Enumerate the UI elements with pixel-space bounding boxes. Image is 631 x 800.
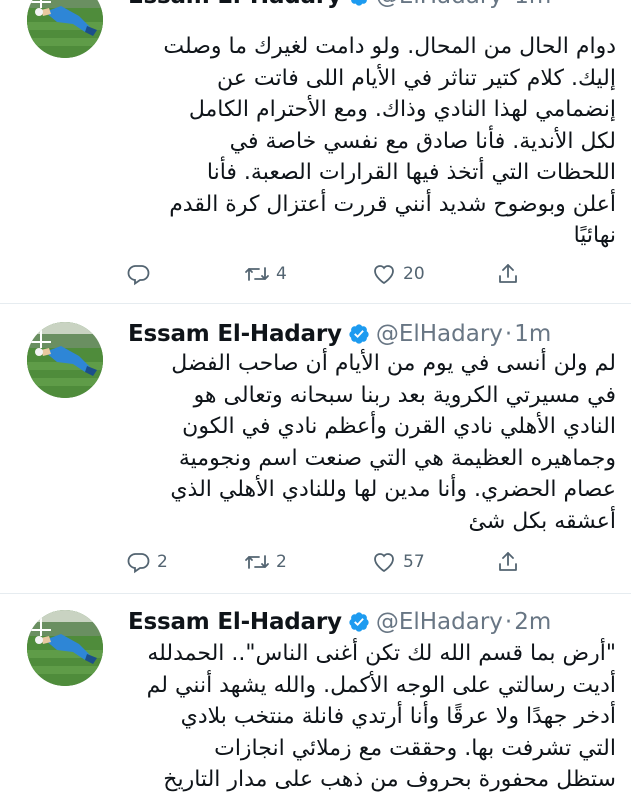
text-line: دوام الحال من المحال. ولو دامت لغيرك ما …: [163, 34, 616, 59]
share-button[interactable]: [496, 262, 520, 286]
tweet-time[interactable]: 2m: [514, 609, 551, 635]
avatar[interactable]: [27, 610, 103, 686]
text-line: أعلن وبوضوح شديد أنني قررت أعتزال كرة ال…: [169, 191, 616, 217]
reply-icon: [127, 553, 150, 574]
text-line: "أرض بما قسم الله لك تكن أغنى الناس".. ا…: [147, 641, 616, 666]
like-icon: [374, 553, 394, 573]
tweet-time[interactable]: 1m: [514, 0, 551, 9]
text-line: أعشقه بكل شئ: [468, 508, 616, 534]
verified-badge-icon: [348, 323, 370, 345]
tweet-header: Essam El-Hadary @ElHadary · 1m: [128, 319, 551, 349]
tweet-actions: 2 2 57: [0, 550, 631, 580]
tweet[interactable]: Essam El-Hadary @ElHadary · 2m "أرض بما …: [0, 594, 631, 800]
author-handle[interactable]: @ElHadary: [376, 609, 503, 635]
avatar[interactable]: [27, 0, 103, 58]
text-line: اللحظات التي أتخذ فيها القرارات الصعبة. …: [206, 160, 616, 185]
like-button[interactable]: 20: [371, 262, 425, 286]
like-count: 57: [403, 552, 425, 572]
author-name[interactable]: Essam El-Hadary: [128, 0, 342, 9]
avatar[interactable]: [27, 322, 103, 398]
text-line: عصام الحضري. وأنا مدين لها وللنادي الأهل…: [170, 477, 616, 502]
reply-count: 2: [157, 552, 168, 572]
retweet-icon: [245, 267, 269, 281]
tweet-header: Essam El-Hadary @ElHadary · 1m: [128, 0, 551, 9]
tweet[interactable]: Essam El-Hadary @ElHadary · 1m دوام الحا…: [0, 0, 631, 304]
text-line: نهائيًا: [573, 223, 616, 248]
reply-button[interactable]: 2: [127, 550, 168, 574]
tweet-text: لم ولن أنسى في يوم من الأيام أن صاحب الف…: [120, 348, 616, 537]
text-line: النادي الأهلي نادي القرن وأعظم نادي في ا…: [182, 414, 616, 439]
text-line: لم ولن أنسى في يوم من الأيام أن صاحب الف…: [171, 351, 616, 376]
tweet-actions: 4 20: [0, 262, 631, 292]
share-icon: [499, 264, 517, 283]
reply-icon: [127, 265, 150, 286]
text-line: في مسيرتي الكروية بعد ربنا سبحانه وتعالى…: [193, 382, 616, 408]
like-button[interactable]: 57: [371, 550, 425, 574]
retweet-count: 2: [276, 552, 287, 572]
verified-badge-icon: [348, 0, 370, 7]
separator-dot: ·: [504, 321, 513, 347]
separator-dot: ·: [505, 0, 512, 9]
author-name[interactable]: Essam El-Hadary: [128, 609, 342, 635]
share-icon: [499, 552, 517, 571]
text-line: التي تشرفت بها. وحققت مع زملائي انجازات: [214, 735, 616, 761]
text-line: لكل الأندية. فأنا صادق مع نفسي خاصة في: [229, 128, 616, 154]
tweet-time[interactable]: 1m: [514, 321, 551, 347]
like-icon: [374, 265, 394, 285]
separator-dot: ·: [504, 609, 513, 635]
reply-button[interactable]: [127, 262, 157, 286]
text-line: إنضمامي لهذا النادي وذاك. ومع الأحترام ا…: [188, 97, 616, 122]
author-handle[interactable]: @ElHadary: [376, 321, 503, 347]
text-line: وجماهيره العظيمة هي التي صنعت اسم ونجومي…: [178, 445, 616, 471]
share-button[interactable]: [496, 550, 520, 574]
retweet-icon: [245, 555, 269, 569]
retweet-button[interactable]: 4: [244, 262, 287, 286]
text-line: إليك. كلام كتير تناثر في الأيام اللى فات…: [217, 65, 616, 91]
author-handle[interactable]: @ElHadary: [376, 0, 503, 9]
tweet-text: "أرض بما قسم الله لك تكن أغنى الناس".. ا…: [120, 638, 616, 796]
verified-badge-icon: [348, 611, 370, 633]
retweet-button[interactable]: 2: [244, 550, 287, 574]
tweet[interactable]: Essam El-Hadary @ElHadary · 1m لم ولن أن…: [0, 304, 631, 594]
author-name[interactable]: Essam El-Hadary: [128, 321, 342, 347]
text-line: أدخر جهدًا ولا عرقًا وأنا أرتدي فانلة من…: [180, 704, 616, 729]
tweet-text: دوام الحال من المحال. ولو دامت لغيرك ما …: [120, 31, 616, 252]
retweet-count: 4: [276, 264, 287, 284]
like-count: 20: [403, 264, 425, 284]
text-line: أديت رسالتي على الوجه الأكمل. والله يشهد…: [146, 672, 616, 698]
tweet-header: Essam El-Hadary @ElHadary · 2m: [128, 607, 551, 637]
text-line: ستظل محفورة بحروف من ذهب على مدار التاري…: [163, 767, 616, 792]
